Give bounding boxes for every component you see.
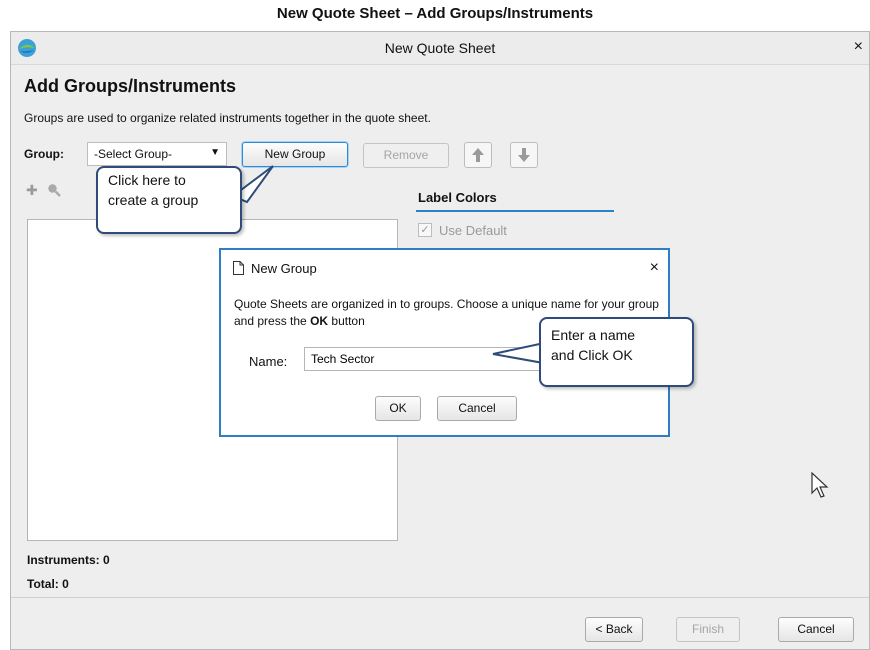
label-colors-divider — [416, 210, 614, 212]
chevron-down-icon: ▼ — [210, 147, 220, 158]
cancel-button[interactable]: Cancel — [778, 617, 854, 642]
dialog-title: New Group — [251, 261, 317, 276]
zoom-icon[interactable] — [47, 183, 61, 197]
plus-icon[interactable]: ✚ — [26, 182, 38, 199]
dialog-close-icon[interactable]: × — [650, 259, 659, 277]
footer-divider — [11, 597, 869, 598]
page-description: Groups are used to organize related inst… — [24, 111, 431, 125]
group-select-value: -Select Group- — [94, 147, 173, 161]
window-close-icon[interactable]: × — [854, 38, 863, 56]
callout-line: Click here to — [108, 172, 186, 188]
use-default-checkbox[interactable]: ✓ — [418, 223, 432, 237]
ok-button[interactable]: OK — [375, 396, 421, 421]
page-heading: Add Groups/Instruments — [24, 76, 237, 96]
document-title: New Quote Sheet – Add Groups/Instruments — [276, 5, 594, 22]
finish-button[interactable]: Finish — [676, 617, 740, 642]
callout-line: and Click OK — [551, 347, 633, 363]
instruments-count: Instruments: 0 — [27, 553, 110, 567]
move-up-button[interactable] — [464, 142, 492, 168]
name-hint-callout: Enter a name and Click OK — [539, 317, 694, 387]
back-button[interactable]: < Back — [585, 617, 643, 642]
new-quote-sheet-window: New Quote Sheet × Add Groups/Instruments… — [10, 31, 870, 650]
label-colors-heading: Label Colors — [418, 190, 497, 205]
move-down-button[interactable] — [510, 142, 538, 168]
callout-line: create a group — [108, 192, 199, 208]
name-label: Name: — [249, 354, 288, 369]
remove-button[interactable]: Remove — [363, 143, 449, 168]
arrow-up-icon — [472, 148, 484, 162]
callout-line: Enter a name — [551, 327, 636, 343]
use-default-label: Use Default — [439, 223, 507, 238]
group-label: Group: — [24, 147, 64, 161]
arrow-down-icon — [518, 148, 530, 162]
group-select[interactable]: -Select Group- ▼ — [87, 142, 227, 166]
document-icon — [233, 261, 244, 275]
dialog-cancel-button[interactable]: Cancel — [437, 396, 517, 421]
dialog-text-after: button — [328, 314, 365, 328]
total-count: Total: 0 — [27, 577, 69, 591]
window-title: New Quote Sheet — [384, 40, 496, 56]
dialog-text-bold: OK — [310, 314, 329, 328]
group-hint-callout: Click here to create a group — [96, 166, 242, 234]
window-titlebar: New Quote Sheet × — [11, 32, 869, 65]
mouse-cursor-icon — [811, 472, 829, 498]
